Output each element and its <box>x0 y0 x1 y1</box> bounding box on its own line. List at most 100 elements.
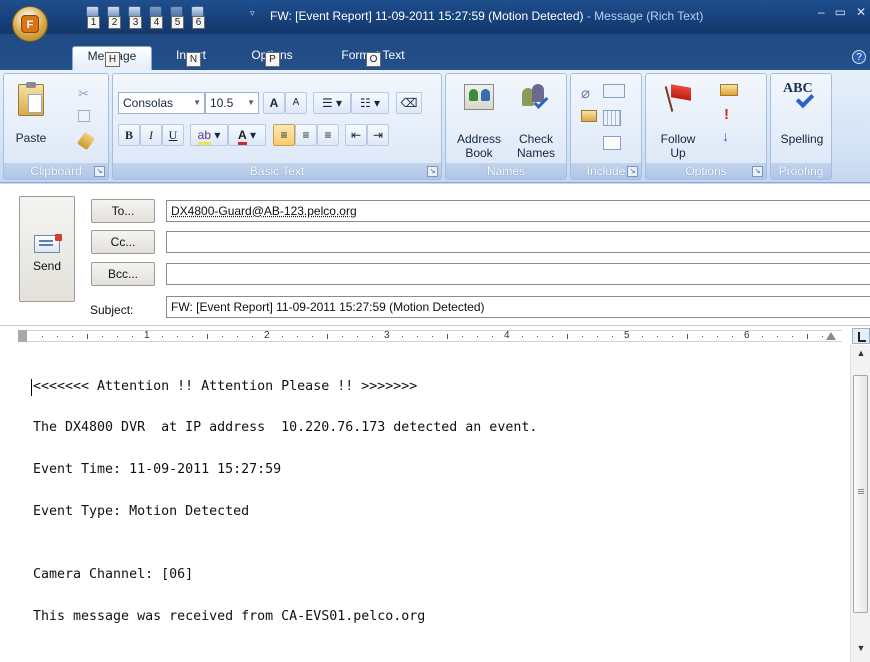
ruler-tick <box>792 336 793 337</box>
body-line: Camera Channel: [06] <box>33 567 194 582</box>
ruler-tick <box>207 334 208 339</box>
decrease-indent-button[interactable]: ⇤ <box>345 124 367 146</box>
keytip: P <box>265 52 280 67</box>
signature-icon[interactable] <box>603 136 621 150</box>
bold-button[interactable]: B <box>118 124 140 146</box>
increase-indent-button[interactable]: ⇥ <box>367 124 389 146</box>
office-logo-icon: F <box>21 15 39 33</box>
attach-file-icon[interactable]: ⌀ <box>581 84 590 102</box>
business-card-icon[interactable] <box>581 110 597 122</box>
ruler-number: 4 <box>504 330 510 341</box>
help-icon[interactable]: ? <box>852 50 866 64</box>
italic-button[interactable]: I <box>140 124 162 146</box>
calendar-icon[interactable] <box>603 110 621 126</box>
body-line: Event Type: Motion Detected <box>33 504 250 519</box>
cc-field[interactable] <box>166 231 870 253</box>
numbering-button[interactable]: ☷ ▾ <box>351 92 389 114</box>
font-name-value: Consolas <box>123 96 174 110</box>
options-launcher-icon[interactable]: ↘ <box>752 166 763 177</box>
ruler-number: 3 <box>384 330 390 341</box>
align-center-button[interactable]: ≡ <box>295 124 317 146</box>
undo-button[interactable]: 2 <box>105 5 123 29</box>
ruler-tick <box>477 336 478 337</box>
keytip: 2 <box>108 16 121 29</box>
shrink-font-button[interactable]: A <box>285 92 307 114</box>
clear-formatting-icon: ⌫ <box>400 96 418 110</box>
ruler-tick <box>177 336 178 337</box>
tab-stop-selector-icon[interactable] <box>852 328 870 344</box>
ruler-tick <box>732 336 733 337</box>
ruler-tick <box>522 336 523 337</box>
follow-up-button[interactable]: Follow Up <box>650 78 706 162</box>
include-launcher-icon[interactable]: ↘ <box>627 166 638 177</box>
office-button[interactable]: F <box>12 6 48 42</box>
grow-font-button[interactable]: A <box>263 92 285 114</box>
keytip: O <box>366 52 381 67</box>
ruler-tick <box>612 336 613 337</box>
align-right-icon: ≡ <box>324 128 332 142</box>
body-line: <<<<<<< Attention !! Attention Please !!… <box>33 379 418 394</box>
font-size-select[interactable]: 10.5 ▼ <box>205 92 259 114</box>
right-indent-marker[interactable] <box>826 332 836 340</box>
to-field[interactable]: DX4800-Guard@AB-123.pelco.org <box>166 200 870 222</box>
attach-item-icon[interactable] <box>603 84 625 98</box>
align-right-button[interactable]: ≡ <box>317 124 339 146</box>
scroll-thumb[interactable] <box>853 375 868 613</box>
previous-item-button[interactable]: 4 <box>147 5 165 29</box>
cut-icon[interactable]: ✂ <box>78 86 89 102</box>
clear-formatting-button[interactable]: ⌫ <box>396 92 422 114</box>
to-recipient[interactable]: DX4800-Guard@AB-123.pelco.org <box>171 204 357 218</box>
next-item-button[interactable]: 5 <box>168 5 186 29</box>
address-book-icon <box>464 84 494 110</box>
redo-button[interactable]: 3 <box>126 5 144 29</box>
vertical-scrollbar[interactable]: ▲ ▼ <box>850 345 870 662</box>
underline-button[interactable]: U <box>162 124 184 146</box>
qat-dropdown-icon[interactable]: ▿ <box>250 8 255 19</box>
to-button[interactable]: To... <box>91 199 155 223</box>
font-name-select[interactable]: Consolas ▼ <box>118 92 205 114</box>
ruler-tick <box>432 336 433 337</box>
bcc-button[interactable]: Bcc... <box>91 262 155 286</box>
align-left-button[interactable]: ≡ <box>273 124 295 146</box>
keytip: 6 <box>192 16 205 29</box>
body-line: The DX4800 DVR at IP address 10.220.76.1… <box>33 420 538 435</box>
clipboard-launcher-icon[interactable]: ↘ <box>94 166 105 177</box>
save-button[interactable]: 1 <box>84 5 102 29</box>
basic-text-group: Consolas ▼ 10.5 ▼ A A ☰ ▾ ☷ ▾ ⌫ B I U ab… <box>112 73 442 180</box>
low-importance-icon[interactable]: ↓ <box>722 128 729 144</box>
message-body[interactable]: <<<<<<< Attention !! Attention Please !!… <box>0 345 850 662</box>
scroll-up-icon[interactable]: ▲ <box>851 348 870 364</box>
font-color-button[interactable]: A ▾ <box>228 124 266 146</box>
check-names-button[interactable]: Check Names <box>508 78 564 162</box>
highlight-button[interactable]: ab ▾ <box>190 124 228 146</box>
bcc-field[interactable] <box>166 263 870 285</box>
spelling-button[interactable]: ABC Spelling <box>773 78 831 162</box>
format-painter-icon[interactable] <box>77 131 95 151</box>
cc-button[interactable]: Cc... <box>91 230 155 254</box>
ruler-tick <box>192 336 193 337</box>
high-importance-icon[interactable]: ! <box>724 106 729 123</box>
check-names-icon <box>522 84 550 112</box>
close-icon[interactable]: ✕ <box>856 5 866 19</box>
minimize-icon[interactable]: – <box>818 5 825 19</box>
address-book-button[interactable]: Address Book <box>450 78 508 162</box>
scroll-down-icon[interactable]: ▼ <box>851 643 870 659</box>
ruler-tick <box>117 336 118 337</box>
maximize-icon[interactable]: ▭ <box>835 5 846 19</box>
bullets-button[interactable]: ☰ ▾ <box>313 92 351 114</box>
ruler-tick <box>357 336 358 337</box>
bold-glyph: B <box>124 128 133 142</box>
subject-field[interactable]: FW: [Event Report] 11-09-2011 15:27:59 (… <box>166 296 870 318</box>
basic-text-launcher-icon[interactable]: ↘ <box>427 166 438 177</box>
customize-button[interactable]: 6 <box>189 5 207 29</box>
categorize-icon[interactable] <box>720 84 738 96</box>
ruler-tick <box>822 336 823 337</box>
keytip: 3 <box>129 16 142 29</box>
paste-button[interactable]: Paste <box>8 80 54 160</box>
ruler-number: 1 <box>144 330 150 341</box>
ruler-tick <box>567 334 568 339</box>
copy-icon[interactable] <box>78 110 90 122</box>
send-button[interactable]: Send <box>19 196 75 302</box>
ruler-tick <box>42 336 43 337</box>
check-names-label: Check Names <box>516 132 555 160</box>
